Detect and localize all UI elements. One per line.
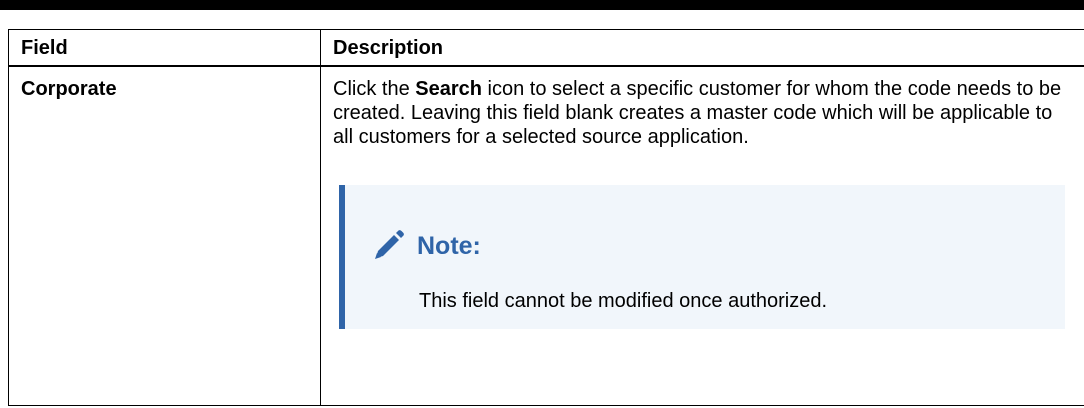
header-field: Field: [8, 29, 321, 67]
note-heading: Note:: [371, 229, 481, 263]
header-description: Description: [320, 29, 1084, 67]
note-title: Note:: [417, 231, 481, 260]
field-description-table: Field Description Corporate Click the Se…: [8, 29, 1084, 406]
top-rule: [0, 0, 1084, 10]
note-text: This field cannot be modified once autho…: [419, 289, 828, 312]
field-name: Corporate: [21, 77, 117, 100]
description-cell: Click the Search icon to select a specif…: [320, 65, 1084, 406]
note-callout: Note: This field cannot be modified once…: [339, 184, 1065, 329]
field-cell: Corporate: [8, 65, 321, 406]
table-header-row: Field Description: [8, 29, 1084, 67]
description-text: Click the Search icon to select a specif…: [333, 77, 1072, 149]
description-part1: Click the: [333, 77, 416, 100]
pencil-icon: [375, 229, 404, 259]
description-search-term: Search: [415, 77, 482, 100]
table-row: Corporate Click the Search icon to selec…: [8, 65, 1084, 406]
